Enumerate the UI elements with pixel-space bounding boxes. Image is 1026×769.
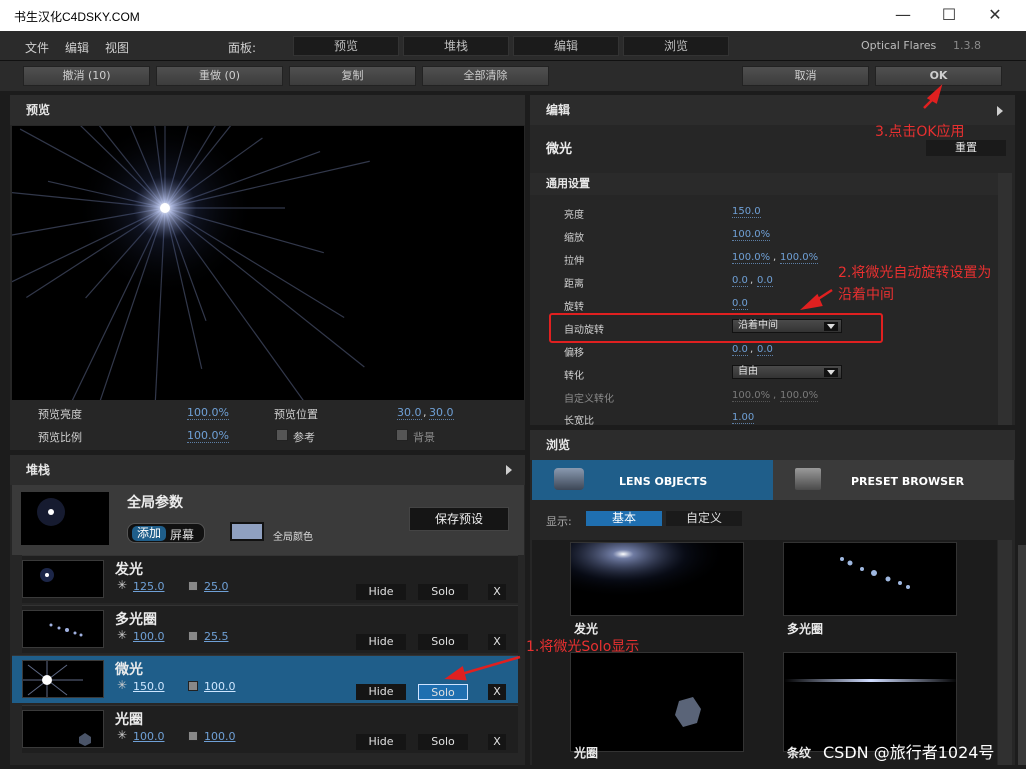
annotation-arrows — [444, 84, 943, 681]
arrow-to-solo — [457, 655, 521, 677]
arrow-head-solo — [444, 665, 467, 681]
arrow-head-autorotate — [800, 293, 823, 310]
arrow-head-ok — [926, 84, 943, 104]
watermark: CSDN @旅行者1024号 — [823, 743, 995, 762]
